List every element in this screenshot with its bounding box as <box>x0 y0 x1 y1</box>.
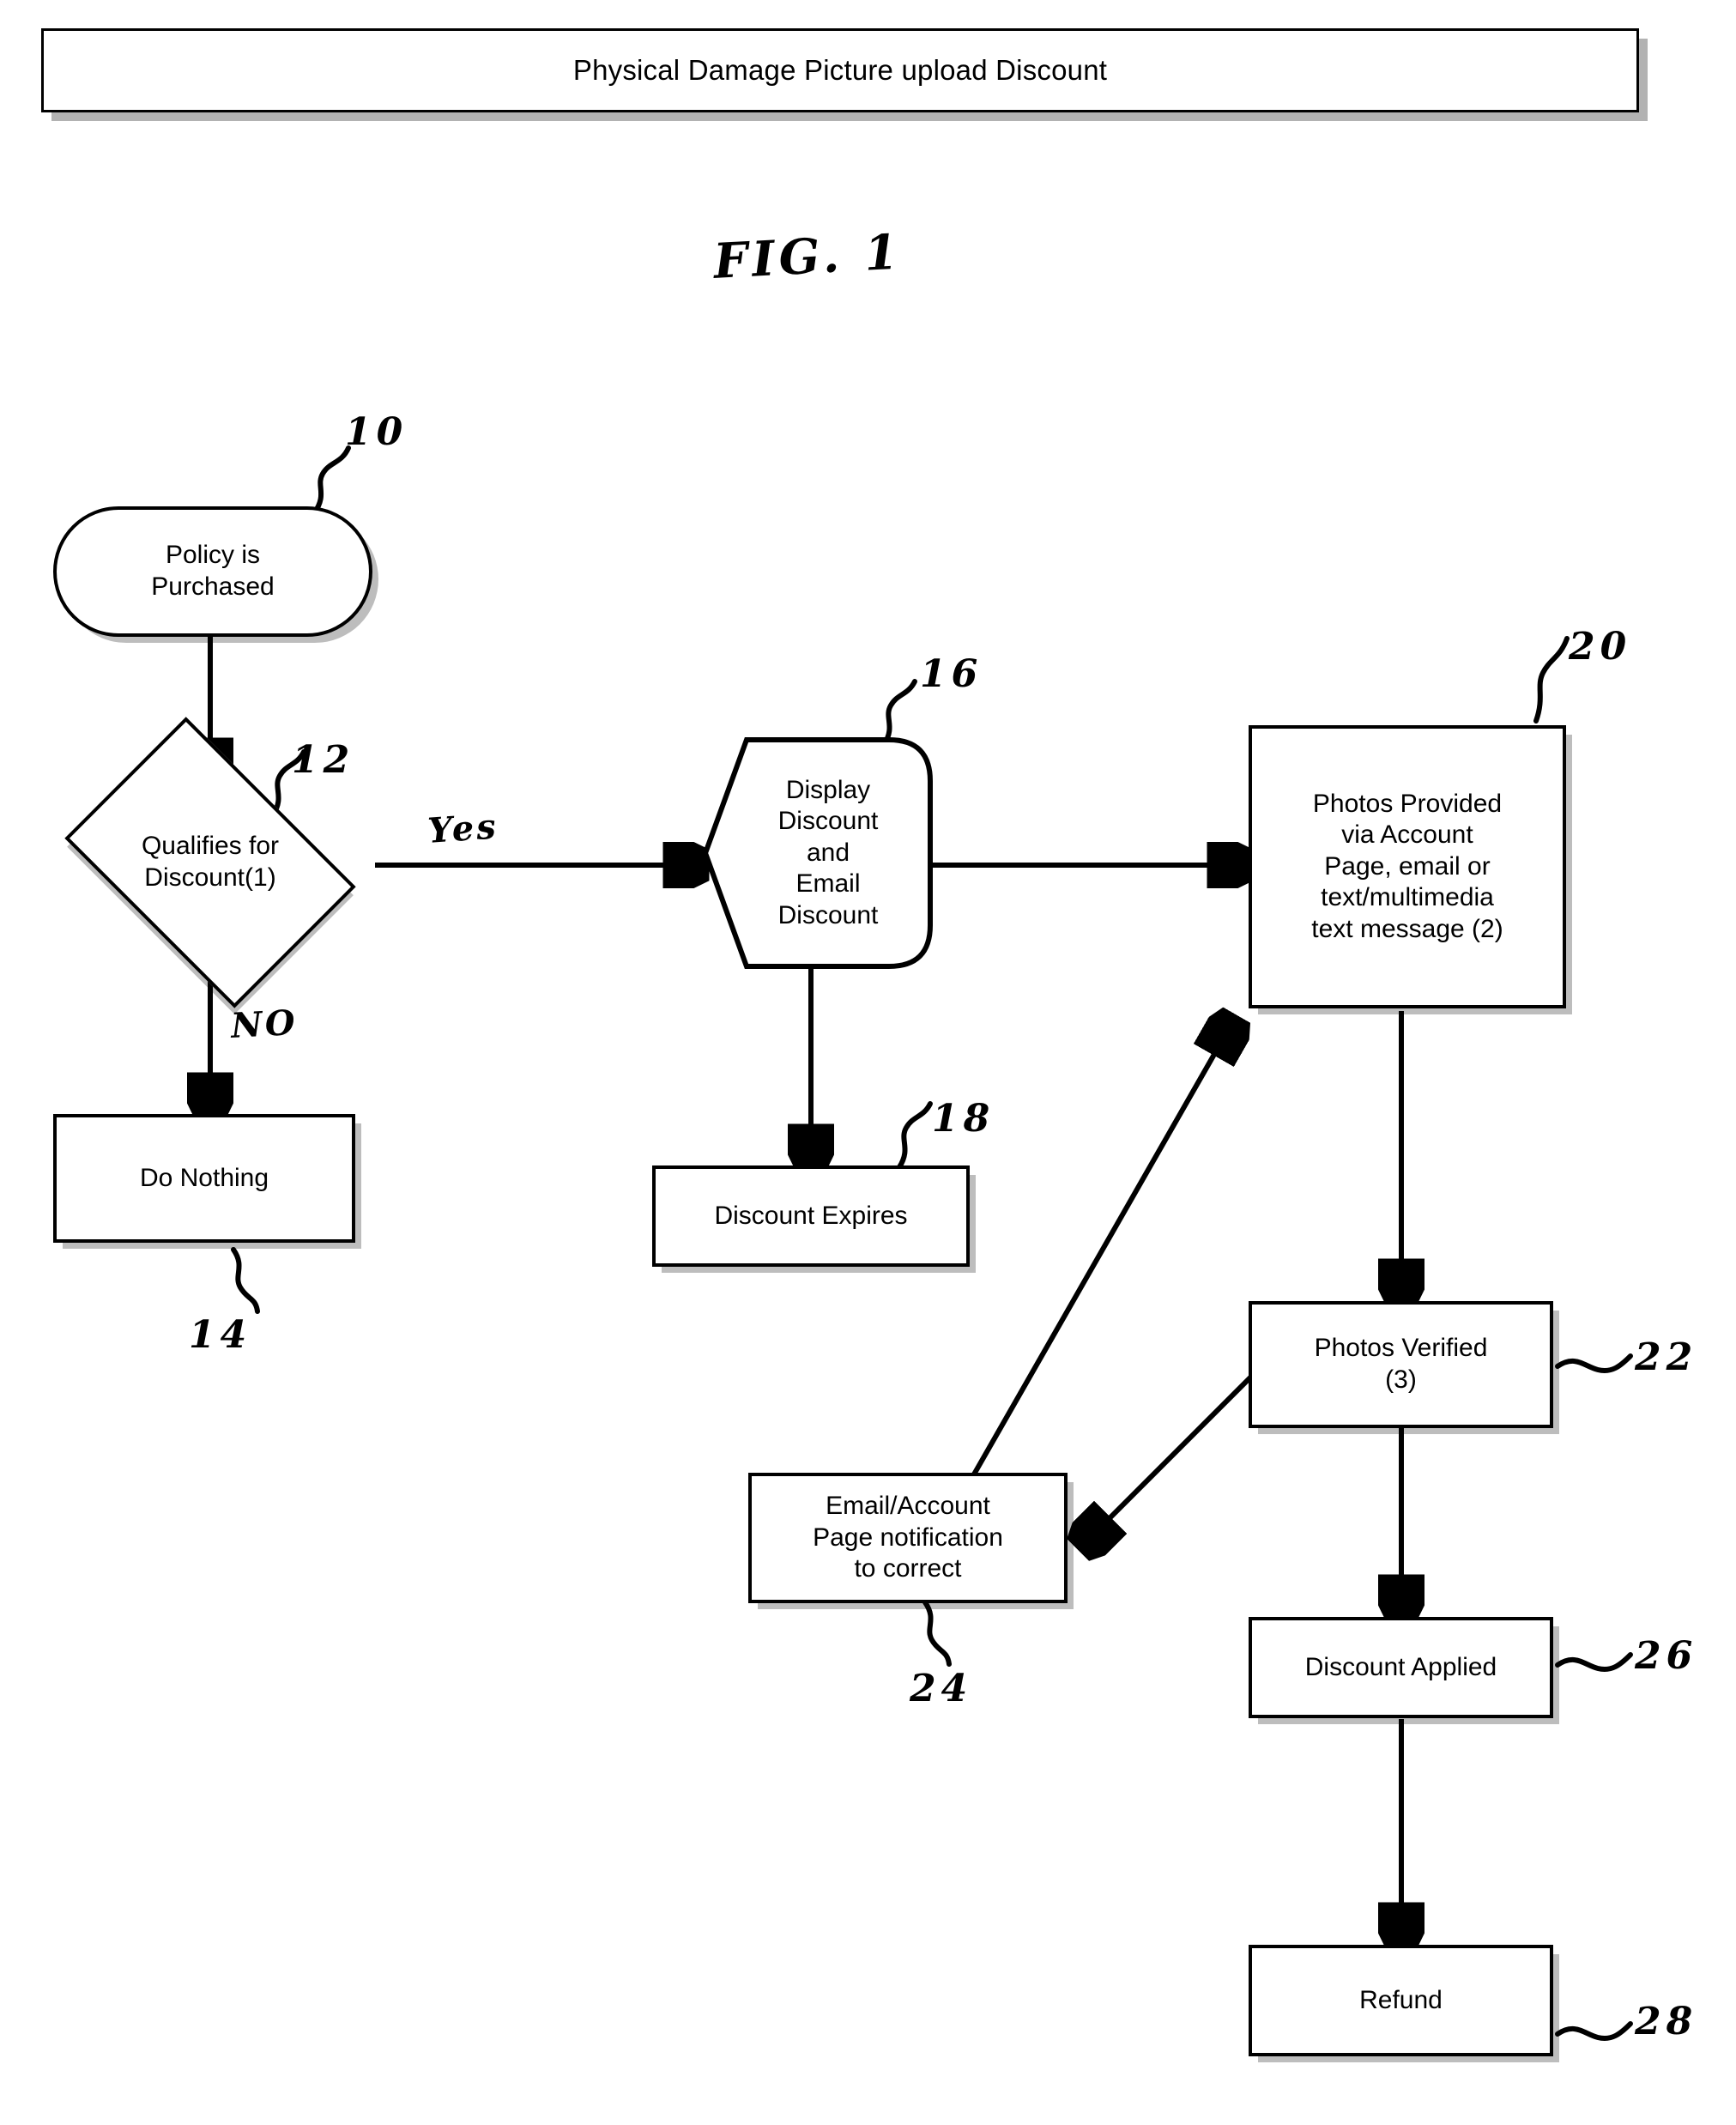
ref-number-26: 26 <box>1635 1634 1698 1678</box>
leader-14 <box>231 1247 260 1314</box>
node-photos-verified-line1: Photos Verified <box>1314 1334 1488 1363</box>
node-policy-purchased-line1: Policy is <box>165 541 261 570</box>
ref-number-14: 14 <box>189 1313 252 1357</box>
ref-number-10: 10 <box>345 410 408 454</box>
leader-18 <box>897 1101 933 1170</box>
node-refund[interactable]: Refund <box>1249 1945 1553 2056</box>
ref-number-20: 20 <box>1569 625 1632 669</box>
node-display-discount-text: Display Discount and Email Discount <box>702 736 934 970</box>
leader-16 <box>881 679 917 748</box>
node-discount-applied-label: Discount Applied <box>1304 1652 1497 1681</box>
node-qualifies-line2: Discount(1) <box>144 863 276 892</box>
node-refund-label: Refund <box>1359 1985 1443 2014</box>
node-qualifies-line1: Qualifies for <box>141 832 280 861</box>
leader-24 <box>922 1600 952 1667</box>
node-discount-applied[interactable]: Discount Applied <box>1249 1617 1553 1718</box>
node-photos-provided-line2: via Account <box>1341 820 1473 850</box>
node-email-notification-line1: Email/Account <box>826 1492 990 1521</box>
ref-number-24: 24 <box>910 1667 973 1710</box>
leader-28 <box>1555 2021 1633 2041</box>
node-email-notification-line2: Page notification <box>813 1523 1003 1552</box>
node-discount-expires[interactable]: Discount Expires <box>652 1165 970 1267</box>
node-photos-verified-line2: (3) <box>1385 1365 1417 1394</box>
edge-label-yes: Yes <box>426 806 500 851</box>
node-photos-provided-line1: Photos Provided <box>1312 789 1503 818</box>
node-qualifies-for-discount[interactable]: Qualifies for Discount(1) <box>64 717 356 1008</box>
node-display-discount-line1: Display <box>785 775 871 804</box>
connector-layer <box>0 445 1633 2041</box>
node-discount-expires-label: Discount Expires <box>714 1201 908 1230</box>
node-photos-provided-line5: text message (2) <box>1311 914 1503 943</box>
leader-10 <box>312 445 351 516</box>
node-qualifies-text: Qualifies for Discount(1) <box>90 777 330 948</box>
node-policy-purchased[interactable]: Policy is Purchased <box>53 506 372 637</box>
node-display-discount-line3: and <box>806 838 850 867</box>
node-photos-provided[interactable]: Photos Provided via Account Page, email … <box>1249 725 1566 1008</box>
ref-number-18: 18 <box>932 1097 995 1141</box>
leader-20 <box>1533 636 1570 723</box>
leader-26 <box>1555 1652 1633 1672</box>
node-do-nothing-label: Do Nothing <box>139 1163 269 1192</box>
node-email-notification-line3: to correct <box>854 1554 962 1583</box>
ref-number-22: 22 <box>1635 1335 1698 1379</box>
ref-number-16: 16 <box>920 652 983 696</box>
node-do-nothing[interactable]: Do Nothing <box>53 1114 355 1243</box>
leader-22 <box>1555 1353 1633 1373</box>
node-display-discount-line4: Email <box>795 869 861 899</box>
node-policy-purchased-line2: Purchased <box>151 572 275 601</box>
node-display-discount-line5: Discount <box>777 900 879 929</box>
ref-number-12: 12 <box>292 738 355 782</box>
figure-label: FIG. 1 <box>712 223 904 290</box>
node-display-discount[interactable]: Display Discount and Email Discount <box>702 736 934 970</box>
node-photos-provided-line4: text/multimedia <box>1321 883 1494 912</box>
node-photos-verified[interactable]: Photos Verified (3) <box>1249 1301 1553 1428</box>
edge-verified-to-notification <box>1083 1371 1257 1545</box>
ref-number-28: 28 <box>1635 2000 1698 2043</box>
node-photos-provided-line3: Page, email or <box>1324 851 1491 881</box>
page-title: Physical Damage Picture upload Discount <box>572 54 1108 86</box>
patent-figure-page: Physical Damage Picture upload Discount … <box>0 0 1736 2125</box>
edge-label-no: NO <box>230 1002 299 1046</box>
node-email-notification[interactable]: Email/Account Page notification to corre… <box>748 1473 1068 1603</box>
node-display-discount-line2: Discount <box>777 807 879 836</box>
header-banner: Physical Damage Picture upload Discount <box>41 28 1639 112</box>
